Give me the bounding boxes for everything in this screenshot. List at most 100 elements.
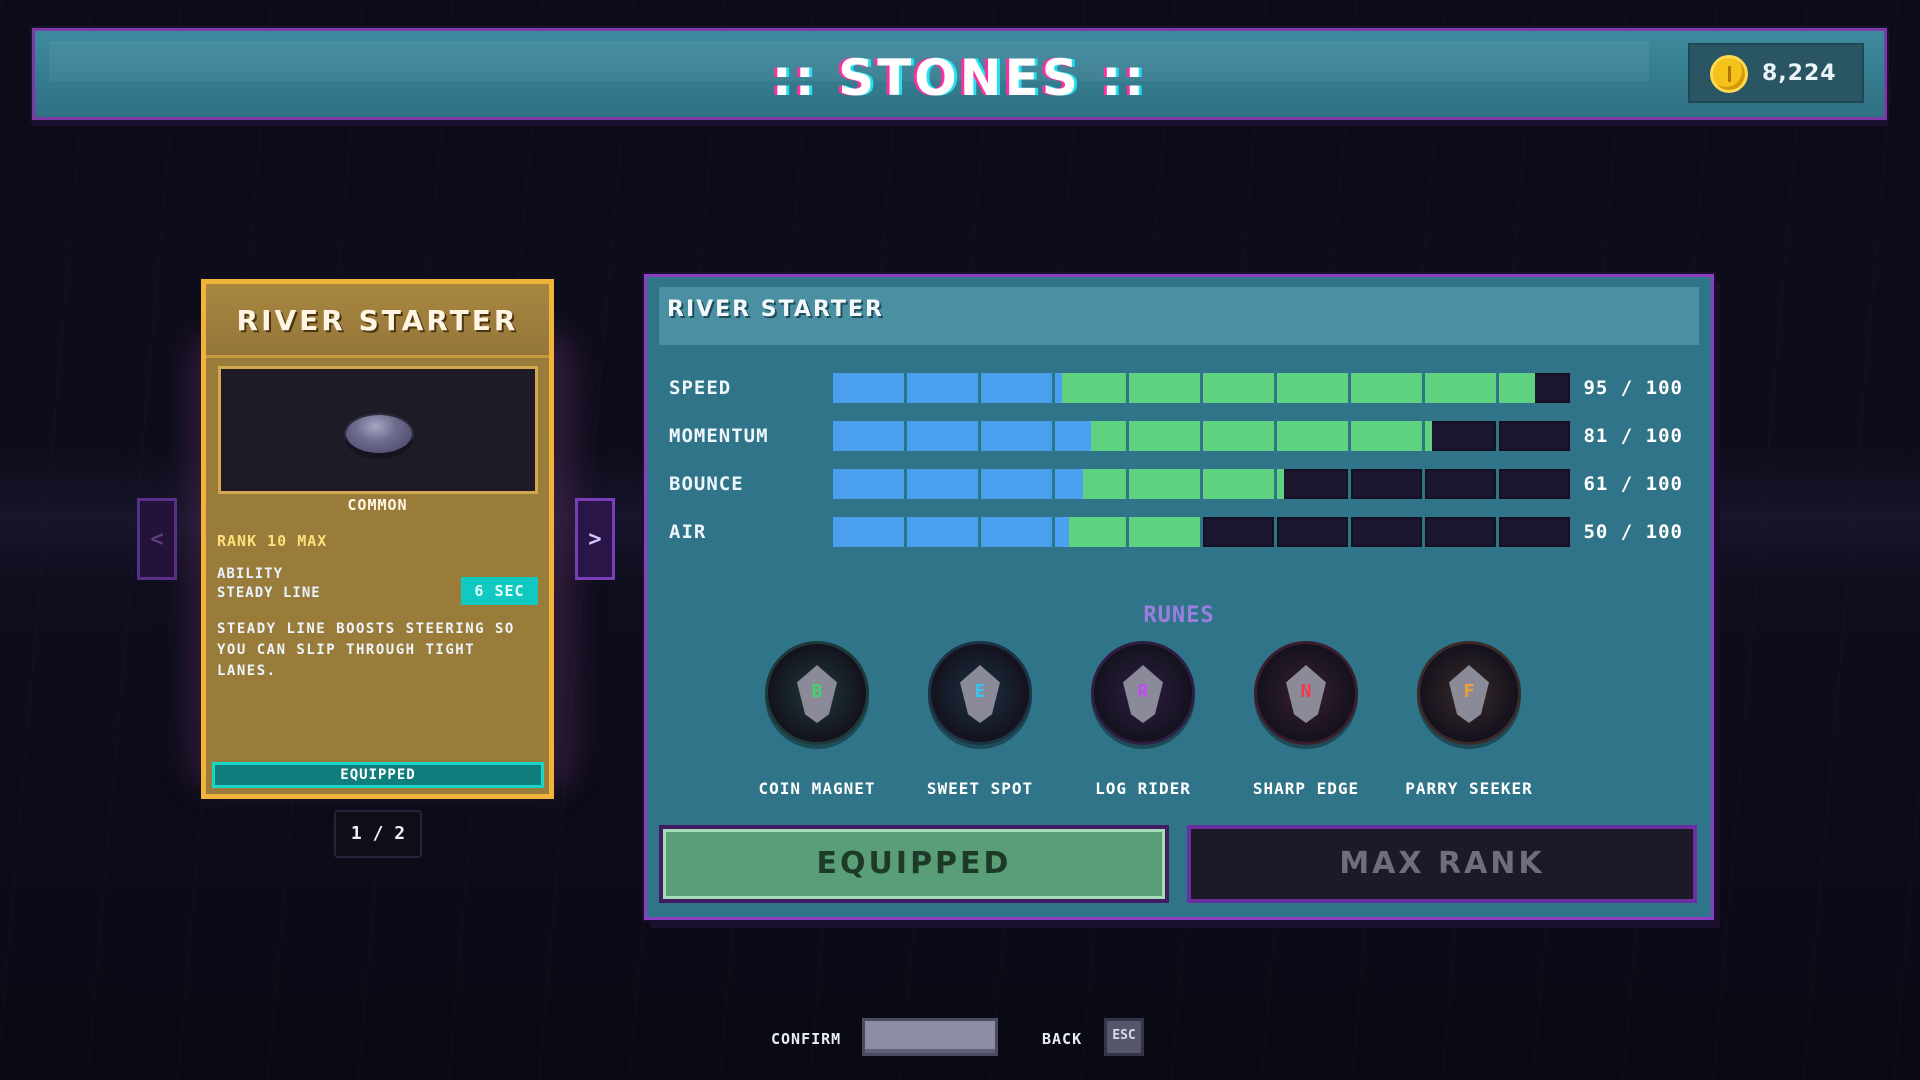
stat-value: 50 / 100 — [1583, 521, 1683, 543]
stat-bonus-fill — [1129, 469, 1200, 499]
rune-parry-seeker[interactable]: F PARRY SEEKER — [1394, 641, 1544, 801]
rune-coin-magnet[interactable]: B COIN MAGNET — [742, 641, 892, 801]
equipped-status: EQUIPPED — [212, 762, 544, 788]
stat-bonus-fill — [1129, 421, 1200, 451]
stone-image — [346, 415, 412, 453]
stat-bar — [833, 517, 1573, 547]
stat-segment — [1203, 517, 1274, 547]
rune-label: COIN MAGNET — [758, 779, 876, 798]
stat-label: AIR — [669, 521, 707, 543]
stat-segment — [1129, 421, 1200, 451]
ability-heading: ABILITY — [217, 566, 284, 582]
stat-segment — [981, 469, 1052, 499]
stat-segment — [907, 469, 978, 499]
stat-segment — [981, 373, 1052, 403]
stat-bonus-fill — [1203, 421, 1274, 451]
rune-glyph: R — [1137, 681, 1149, 702]
stat-segment — [1277, 421, 1348, 451]
stat-segment — [1129, 517, 1200, 547]
stat-bonus-fill — [1425, 421, 1433, 451]
stat-bar — [833, 373, 1573, 403]
stat-segment — [1203, 373, 1274, 403]
rune-label: PARRY SEEKER — [1405, 779, 1533, 798]
stone-card-name: RIVER STARTER — [236, 304, 519, 337]
stat-segment — [981, 517, 1052, 547]
prev-stone-button[interactable]: < — [137, 498, 177, 580]
stat-segment — [907, 373, 978, 403]
confirm-hint: CONFIRM — [771, 1030, 842, 1048]
rune-label: SWEET SPOT — [926, 779, 1034, 798]
stat-row-air: AIR 50 / 100 — [669, 517, 1699, 547]
stat-row-speed: SPEED 95 / 100 — [669, 373, 1699, 403]
stat-segment — [1425, 517, 1496, 547]
stat-base-fill — [981, 373, 1052, 403]
esc-key-icon[interactable]: ESC — [1104, 1018, 1144, 1056]
panel-title: RIVER STARTER — [667, 297, 884, 322]
rune-log-rider[interactable]: R LOG RIDER — [1068, 641, 1218, 801]
stat-bonus-fill — [1129, 373, 1200, 403]
stat-bonus-fill — [1129, 517, 1200, 547]
cooldown-badge: 6 SEC — [461, 577, 538, 605]
rune-label: SHARP EDGE — [1252, 779, 1360, 798]
coin-icon — [1710, 55, 1748, 93]
stat-base-fill — [1055, 373, 1063, 403]
rune-glyph: E — [974, 681, 986, 702]
page-title: :: STONES :: — [771, 49, 1148, 107]
stat-base-fill — [833, 373, 904, 403]
stat-segment — [1425, 373, 1496, 403]
stat-base-fill — [833, 517, 904, 547]
rune-label: LOG RIDER — [1095, 779, 1191, 798]
rune-glyph: F — [1463, 681, 1475, 702]
stat-segment — [1351, 469, 1422, 499]
stone-card[interactable]: RIVER STARTER COMMON RANK 10 MAX ABILITY… — [201, 279, 554, 799]
stat-segment — [1129, 373, 1200, 403]
ability-name: STEADY LINE — [217, 585, 321, 601]
stat-bonus-fill — [1203, 469, 1274, 499]
rarity-label: COMMON — [347, 496, 408, 514]
stat-segment — [1425, 469, 1496, 499]
stat-segment — [1351, 373, 1422, 403]
stat-segment — [833, 469, 904, 499]
stat-bonus-fill — [1277, 421, 1348, 451]
stat-segment — [1203, 421, 1274, 451]
stat-bar — [833, 469, 1573, 499]
stat-bonus-fill — [1203, 373, 1274, 403]
stat-row-bounce: BOUNCE 61 / 100 — [669, 469, 1699, 499]
runes-heading: RUNES — [1143, 603, 1215, 628]
confirm-key-icon[interactable] — [862, 1018, 998, 1056]
stat-base-fill — [907, 421, 978, 451]
stat-label: MOMENTUM — [669, 425, 769, 447]
rune-glyph: B — [811, 681, 823, 702]
stat-segment — [1499, 421, 1570, 451]
stat-label: BOUNCE — [669, 473, 744, 495]
stat-segment — [1425, 421, 1496, 451]
next-stone-button[interactable]: > — [575, 498, 615, 580]
max-rank-button[interactable]: MAX RANK — [1187, 825, 1697, 903]
stat-segment — [1055, 517, 1126, 547]
stat-segment — [1499, 373, 1570, 403]
stat-base-fill — [833, 421, 904, 451]
stats-panel: RIVER STARTER SPEED 95 / 100 MOMENTUM 81 / … — [644, 274, 1714, 920]
equip-button[interactable]: EQUIPPED — [659, 825, 1169, 903]
stat-segment — [1129, 469, 1200, 499]
stat-value: 95 / 100 — [1583, 377, 1683, 399]
rune-sweet-spot[interactable]: E SWEET SPOT — [905, 641, 1055, 801]
stat-value: 81 / 100 — [1583, 425, 1683, 447]
stat-bonus-fill — [1062, 373, 1126, 403]
stat-segment — [1351, 421, 1422, 451]
rank-label: RANK 10 MAX — [217, 532, 328, 550]
stat-label: SPEED — [669, 377, 732, 399]
stat-segment — [1277, 517, 1348, 547]
stat-segment — [833, 373, 904, 403]
chevron-left-icon: < — [150, 526, 164, 552]
stat-base-fill — [907, 373, 978, 403]
stat-base-fill — [981, 469, 1052, 499]
coin-amount: 8,224 — [1762, 61, 1837, 86]
rune-sharp-edge[interactable]: N SHARP EDGE — [1231, 641, 1381, 801]
rune-glyph: N — [1300, 681, 1312, 702]
stat-segment — [1055, 469, 1126, 499]
stat-bonus-fill — [1069, 517, 1126, 547]
stat-base-fill — [907, 469, 978, 499]
ability-description: STEADY LINE BOOSTS STEERING SO YOU CAN S… — [217, 621, 515, 679]
stat-segment — [1277, 469, 1348, 499]
